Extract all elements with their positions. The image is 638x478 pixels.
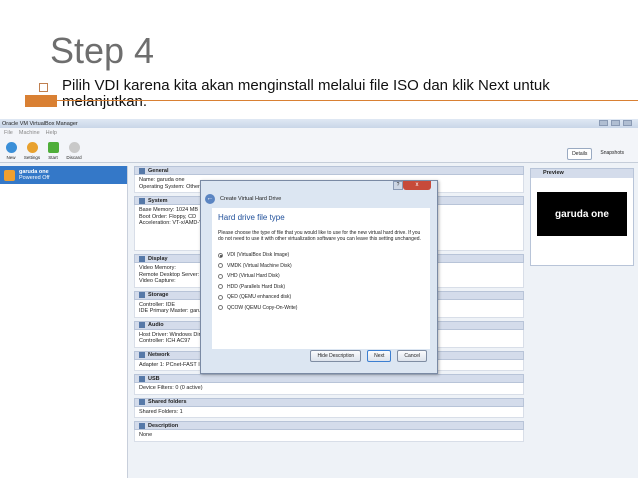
details-button[interactable]: Details — [567, 148, 593, 160]
dialog-title: Create Virtual Hard Drive — [220, 196, 282, 202]
section-usb[interactable]: USB — [134, 374, 524, 383]
menubar: File Machine Help — [0, 128, 638, 137]
menu-help[interactable]: Help — [46, 130, 57, 136]
create-hard-drive-dialog: ? x ← Create Virtual Hard Drive Hard dri… — [200, 180, 438, 374]
radio-hdd[interactable]: HDD (Parallels Hard Disk) — [218, 282, 424, 293]
window-titlebar: Oracle VM VirtualBox Manager — [0, 119, 638, 128]
section-general[interactable]: General — [134, 166, 524, 175]
dialog-close-button[interactable]: x — [403, 181, 431, 190]
slide-title: Step 4 — [50, 30, 155, 71]
radio-button[interactable] — [218, 294, 223, 300]
radio-vmdk[interactable]: VMDK (Virtual Machine Disk) — [218, 261, 424, 272]
settings-button[interactable]: Settings — [23, 142, 41, 160]
dialog-description: Please choose the type of file that you … — [218, 230, 421, 242]
new-icon — [5, 142, 17, 153]
section-description[interactable]: Description — [134, 421, 524, 430]
view-tools: Details Snapshots — [567, 148, 628, 160]
usb-body: Device Filters: 0 (0 active) — [134, 383, 524, 395]
dialog-titlebar: ← Create Virtual Hard Drive — [205, 194, 281, 204]
radio-vdi[interactable]: VDI (VirtualBox Disk Image) — [218, 250, 424, 261]
hide-description-button[interactable]: Hide Description — [310, 350, 362, 362]
bullet-marker — [39, 83, 48, 92]
radio-vhd[interactable]: VHD (Virtual Hard Disk) — [218, 271, 424, 282]
toolbar: New Settings Start Discard — [0, 137, 638, 163]
vm-list: garuda one Powered Off — [0, 166, 128, 478]
start-button[interactable]: Start — [44, 142, 62, 160]
dialog-buttons: Hide Description Next Cancel — [310, 350, 427, 362]
preview-panel: Preview garuda one — [530, 168, 634, 266]
radio-button[interactable] — [218, 284, 223, 290]
radio-qcow[interactable]: QCOW (QEMU Copy-On-Write) — [218, 303, 424, 314]
window-title: Oracle VM VirtualBox Manager — [2, 120, 78, 127]
preview-screen: garuda one — [537, 192, 627, 236]
radio-button[interactable] — [218, 263, 223, 269]
window-controls[interactable] — [599, 120, 632, 126]
screenshot: Oracle VM VirtualBox Manager File Machin… — [0, 119, 638, 478]
dialog-help-button[interactable]: ? — [393, 181, 403, 190]
preview-title: Preview — [531, 169, 633, 178]
accent-bar — [25, 95, 57, 107]
start-arrow-icon — [47, 142, 59, 153]
vm-list-item[interactable]: garuda one Powered Off — [0, 166, 127, 184]
radio-button[interactable] — [218, 252, 223, 258]
back-arrow-icon[interactable]: ← — [205, 194, 215, 204]
new-button[interactable]: New — [2, 142, 20, 160]
radio-button[interactable] — [218, 305, 223, 311]
dialog-body: Hard drive file type Please choose the t… — [212, 208, 430, 349]
discard-button[interactable]: Discard — [65, 142, 83, 160]
menu-file[interactable]: File — [4, 130, 13, 136]
vm-icon — [4, 169, 15, 181]
section-shared-folders[interactable]: Shared folders — [134, 397, 524, 407]
next-button[interactable]: Next — [367, 350, 392, 362]
menu-machine[interactable]: Machine — [19, 130, 40, 136]
description-body: None — [134, 430, 524, 442]
shared-body: Shared Folders: 1 — [134, 406, 524, 418]
bullet-text: Pilih VDI karena kita akan menginstall m… — [62, 77, 550, 110]
snapshots-button[interactable]: Snapshots — [596, 148, 628, 160]
vm-state: Powered Off — [19, 175, 50, 181]
radio-button[interactable] — [218, 273, 223, 279]
cancel-button[interactable]: Cancel — [397, 350, 427, 362]
radio-qed[interactable]: QED (QEMU enhanced disk) — [218, 292, 424, 303]
dialog-heading: Hard drive file type — [218, 213, 285, 222]
gear-icon — [26, 142, 38, 153]
accent-line — [57, 100, 638, 101]
discard-icon — [68, 142, 80, 153]
